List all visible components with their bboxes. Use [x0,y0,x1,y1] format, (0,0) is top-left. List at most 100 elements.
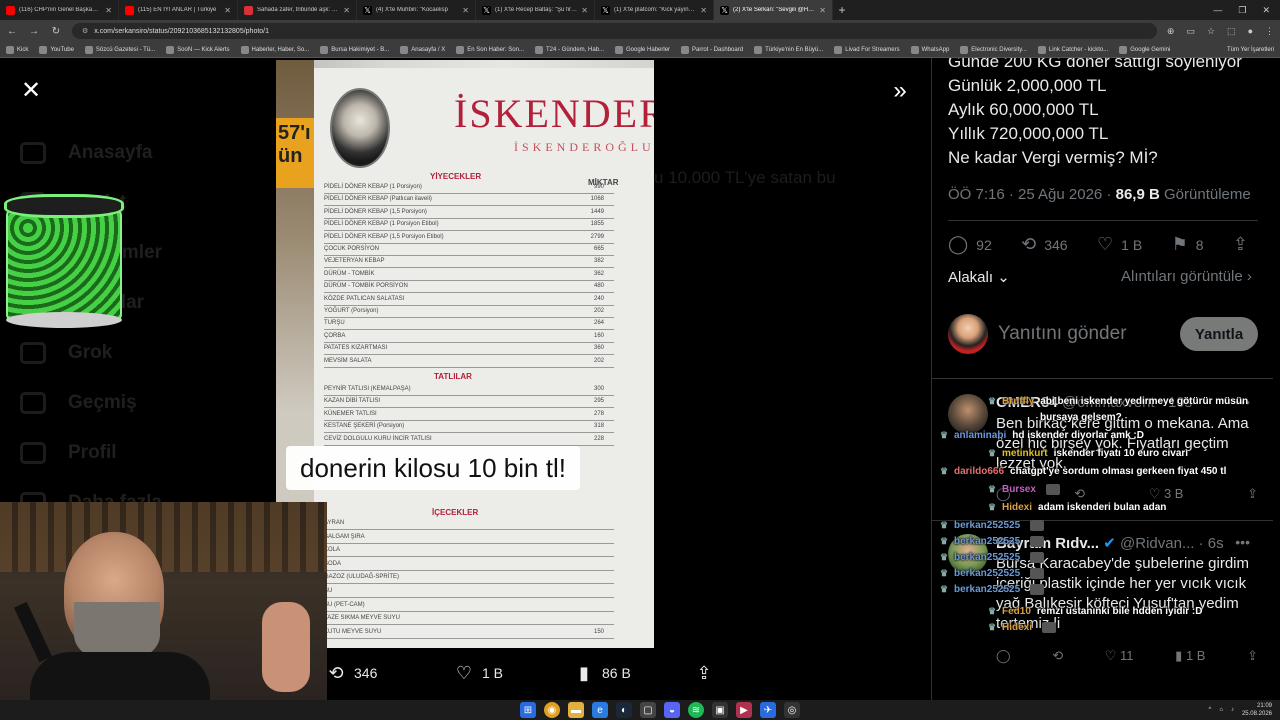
volume-icon[interactable]: ♪ [1231,707,1234,713]
reload-icon[interactable]: ↻ [50,26,62,37]
chat-username[interactable]: Hidexi [1002,622,1032,633]
close-tab-icon[interactable]: ✕ [343,6,350,15]
chat-username[interactable]: metinkurt [1002,448,1048,459]
browser-tab[interactable]: 𝕏 (1) X'te platcom: "Kick yayıncısı ✕ [595,0,714,20]
browser-tab[interactable]: (116) CHP'nin Genel Başkanlığı ✕ [0,0,119,20]
chat-username[interactable]: berkan252525 [954,536,1020,547]
new-tab-button[interactable]: + [833,3,851,17]
bookmark-star-icon[interactable]: ☆ [1207,26,1215,37]
views-button[interactable]: ▮ 86 B [574,663,694,683]
start-icon[interactable]: ⊞ [520,702,536,718]
extensions-icon[interactable]: ⬚ [1227,26,1236,37]
chat-username[interactable]: berkan252525 [954,568,1020,579]
close-tab-icon[interactable]: ✕ [700,6,707,15]
menu-icon[interactable]: ⋮ [1265,26,1274,37]
bookmark-item[interactable]: WhatsApp [910,45,949,54]
bookmark-item[interactable]: Haberler, Haber, So... [240,45,309,54]
app-icon[interactable]: ▣ [712,702,728,718]
sort-dropdown[interactable]: Alakalı ⌄ [948,268,1010,286]
share-button[interactable]: ⇪ [1233,234,1248,255]
site-info-icon[interactable]: ⚙ [82,27,88,35]
bookmark-item[interactable]: Google Haberler [615,45,670,54]
chat-username[interactable]: Hidexi [1002,502,1032,513]
share-icon[interactable]: ⇪ [1247,648,1258,664]
reply-button[interactable]: ◯ 92 [948,234,992,255]
discord-icon[interactable]: ◒ [664,702,680,718]
close-tab-icon[interactable]: ✕ [819,6,826,15]
retweet-button[interactable]: ⟲ 346 [1021,234,1067,255]
browser-tab[interactable]: (115) EN İYİ ANLAR | Türkiye ✕ [119,0,238,20]
like-button[interactable]: ♡ 3 B [1149,486,1184,502]
steam-icon[interactable]: ◐ [616,702,632,718]
cast-icon[interactable]: ▭ [1186,26,1195,37]
chat-username[interactable]: anlaminabi [954,430,1006,441]
back-icon[interactable]: ← [6,26,18,37]
close-tab-icon[interactable]: ✕ [224,6,231,15]
chrome-icon[interactable]: ◉ [544,702,560,718]
obs-icon[interactable]: ◎ [784,702,800,718]
tweet-time[interactable]: ÖÖ 7:16 · 25 Ağu 2026 · [948,186,1111,203]
bookmark-item[interactable]: Electronic Diversity... [960,45,1027,54]
chat-username[interactable]: berkan252525 [954,552,1020,563]
chat-username[interactable]: berkan252525 [954,520,1020,531]
share-button[interactable]: ⇪ [694,663,714,683]
bookmark-item[interactable]: Link Catcher - kickto... [1037,45,1108,54]
bookmark-item[interactable]: Google Gemini [1119,45,1170,54]
bookmark-item[interactable]: T24 - Gündem, Hab... [534,45,604,54]
bookmark-item[interactable]: Sözcü Gazetesi - Tü... [84,45,155,54]
bookmark-item[interactable]: Parrot - Dashboard [681,45,743,54]
bookmark-item[interactable]: Bursa Hakimiyet - B... [320,45,389,54]
edge-icon[interactable]: e [592,702,608,718]
streaming-app-icon[interactable]: ▶ [736,702,752,718]
expand-panel-icon[interactable]: » [886,78,914,104]
app-icon[interactable]: ▢ [640,702,656,718]
like-button[interactable]: ♡ 11 [1105,648,1134,664]
like-button[interactable]: ♡ 1 B [454,663,574,683]
like-button[interactable]: ♡ 1 B [1097,234,1142,255]
repost-button[interactable]: ⟲ 346 [326,663,446,683]
repost-icon[interactable]: ⟲ [1052,648,1063,664]
network-icon[interactable]: ⌂ [1219,707,1223,713]
close-icon[interactable]: ✕ [18,78,44,104]
avatar[interactable] [948,394,988,434]
close-window-icon[interactable]: ✕ [1262,5,1270,16]
repost-icon[interactable]: ⟲ [1074,486,1085,502]
browser-tab[interactable]: 𝕏 (1) X'te Recep Baltaş: "Şu firma ✕ [476,0,595,20]
bookmark-item[interactable]: SooN — Kick Alerts [166,45,230,54]
close-tab-icon[interactable]: ✕ [462,6,469,15]
zoom-icon[interactable]: ⊕ [1167,26,1175,37]
reply-input[interactable]: Yanıtını gönder [998,323,1180,345]
spotify-icon[interactable]: ≋ [688,702,704,718]
profile-icon[interactable]: ● [1248,26,1253,37]
browser-tab[interactable]: 𝕏 (2) X'te Serkan: "Sevgili @HMB ✕ [714,0,833,20]
bookmark-item[interactable]: Livad For Streamers [834,45,900,54]
forward-icon[interactable]: → [28,26,40,37]
reply-submit-button[interactable]: Yanıtla [1180,317,1258,351]
bookmark-item[interactable]: En Son Haber: Son... [456,45,524,54]
folder-icon[interactable]: ▬ [568,702,584,718]
system-clock[interactable]: 21:09 25.08.2026 [1242,702,1272,718]
app-icon[interactable]: ✈ [760,702,776,718]
browser-tab[interactable]: Sahada zafer, tribünde aşk: Ha ✕ [238,0,357,20]
bookmark-item[interactable]: Anasayfa / X [400,45,445,54]
tray-chevron-icon[interactable]: ^ [1209,707,1212,713]
bookmark-item[interactable]: Türkiye'nin En Büyü... [754,45,823,54]
chat-username[interactable]: berkan252525 [954,584,1020,595]
chat-username[interactable]: Fed10 [1002,606,1031,617]
reply-icon[interactable]: ◯ [996,648,1011,664]
chat-username[interactable]: Bursex [1002,484,1036,495]
minimize-icon[interactable]: — [1213,5,1222,16]
all-bookmarks[interactable]: Tüm Yer İşaretleri [1227,47,1274,53]
maximize-icon[interactable]: ❐ [1238,5,1246,16]
share-icon[interactable]: ⇪ [1247,486,1258,502]
browser-tab[interactable]: 𝕏 (4) X'te Muhbiri: "Kocaelisp ✕ [357,0,476,20]
chat-username[interactable]: darildo666 [954,466,1004,477]
close-tab-icon[interactable]: ✕ [581,6,588,15]
address-bar[interactable]: ⚙ x.com/serkansiro/status/20921036851321… [72,23,1157,39]
views-button[interactable]: ▮ 1 B [1175,648,1205,664]
bookmark-item[interactable]: YouTube [39,45,74,54]
more-icon[interactable]: ••• [1235,534,1250,550]
view-quotes-link[interactable]: Alıntıları görüntüle › [1121,268,1252,285]
chat-username[interactable]: Bruffly [1002,396,1034,407]
bookmark-button[interactable]: ⚑ 8 [1172,234,1204,255]
